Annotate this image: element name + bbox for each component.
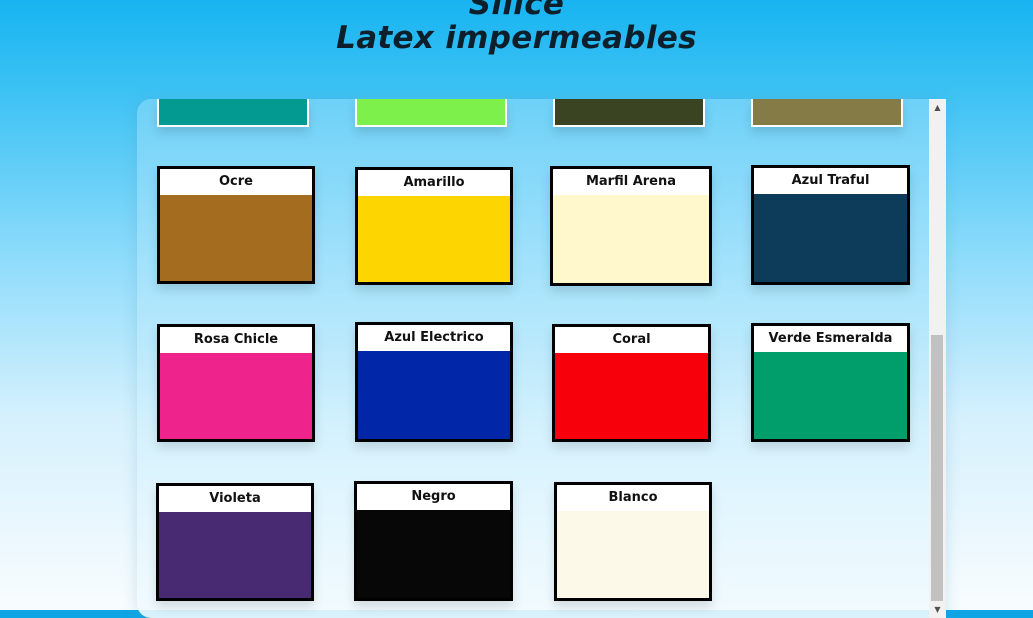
- color-swatch: [753, 99, 901, 125]
- color-card-azul-traful[interactable]: Azul Traful: [751, 165, 910, 285]
- color-card-amarillo[interactable]: Amarillo: [355, 167, 513, 285]
- color-swatch: [160, 195, 312, 281]
- color-name: Ocre: [219, 174, 253, 189]
- color-panel: Ocre Amarillo Marfil Arena Azul Traful R…: [137, 99, 946, 618]
- color-swatch: [555, 353, 708, 439]
- page-title-line2: Latex impermeables: [336, 20, 697, 56]
- color-card-ocre[interactable]: Ocre: [157, 166, 315, 284]
- color-swatch: [553, 195, 709, 283]
- color-name: Amarillo: [403, 175, 465, 190]
- color-card-partial-2[interactable]: [355, 99, 507, 127]
- color-card-rosa-chicle[interactable]: Rosa Chicle: [157, 324, 315, 442]
- color-card-azul-electrico[interactable]: Azul Electrico: [355, 322, 513, 442]
- color-name: Negro: [411, 489, 456, 504]
- page-title-line1: Silice: [468, 0, 565, 22]
- vertical-scrollbar[interactable]: ▲ ▼: [929, 99, 946, 618]
- color-card-partial-4[interactable]: [751, 99, 903, 127]
- scroll-down-arrow-icon[interactable]: ▼: [929, 601, 946, 618]
- color-swatch: [358, 196, 510, 282]
- color-swatch: [160, 353, 312, 439]
- color-swatch: [754, 194, 907, 282]
- color-name: Verde Esmeralda: [768, 331, 893, 346]
- color-card-violeta[interactable]: Violeta: [156, 483, 314, 601]
- color-card-coral[interactable]: Coral: [552, 324, 711, 442]
- color-card-marfil-arena[interactable]: Marfil Arena: [550, 166, 712, 286]
- color-card-negro[interactable]: Negro: [354, 481, 513, 601]
- color-name: Azul Electrico: [384, 330, 484, 345]
- color-swatch: [358, 351, 510, 439]
- color-swatch: [159, 99, 307, 125]
- color-card-partial-1[interactable]: [157, 99, 309, 127]
- color-name: Blanco: [608, 490, 658, 505]
- color-swatch: [357, 510, 510, 598]
- color-name: Azul Traful: [791, 173, 870, 188]
- color-swatch: [357, 99, 505, 125]
- color-name: Rosa Chicle: [193, 332, 279, 347]
- color-name: Violeta: [209, 491, 261, 506]
- color-swatch: [557, 511, 709, 598]
- color-name: Coral: [612, 332, 651, 347]
- scroll-up-arrow-icon[interactable]: ▲: [929, 99, 946, 116]
- color-swatch: [159, 512, 311, 598]
- scrollbar-thumb[interactable]: [931, 335, 943, 601]
- color-grid[interactable]: Ocre Amarillo Marfil Arena Azul Traful R…: [137, 99, 929, 618]
- color-swatch: [754, 352, 907, 439]
- color-swatch: [555, 99, 703, 125]
- color-card-blanco[interactable]: Blanco: [554, 482, 712, 601]
- color-card-partial-3[interactable]: [553, 99, 705, 127]
- color-card-verde-esmeralda[interactable]: Verde Esmeralda: [751, 323, 910, 442]
- color-name: Marfil Arena: [585, 174, 677, 189]
